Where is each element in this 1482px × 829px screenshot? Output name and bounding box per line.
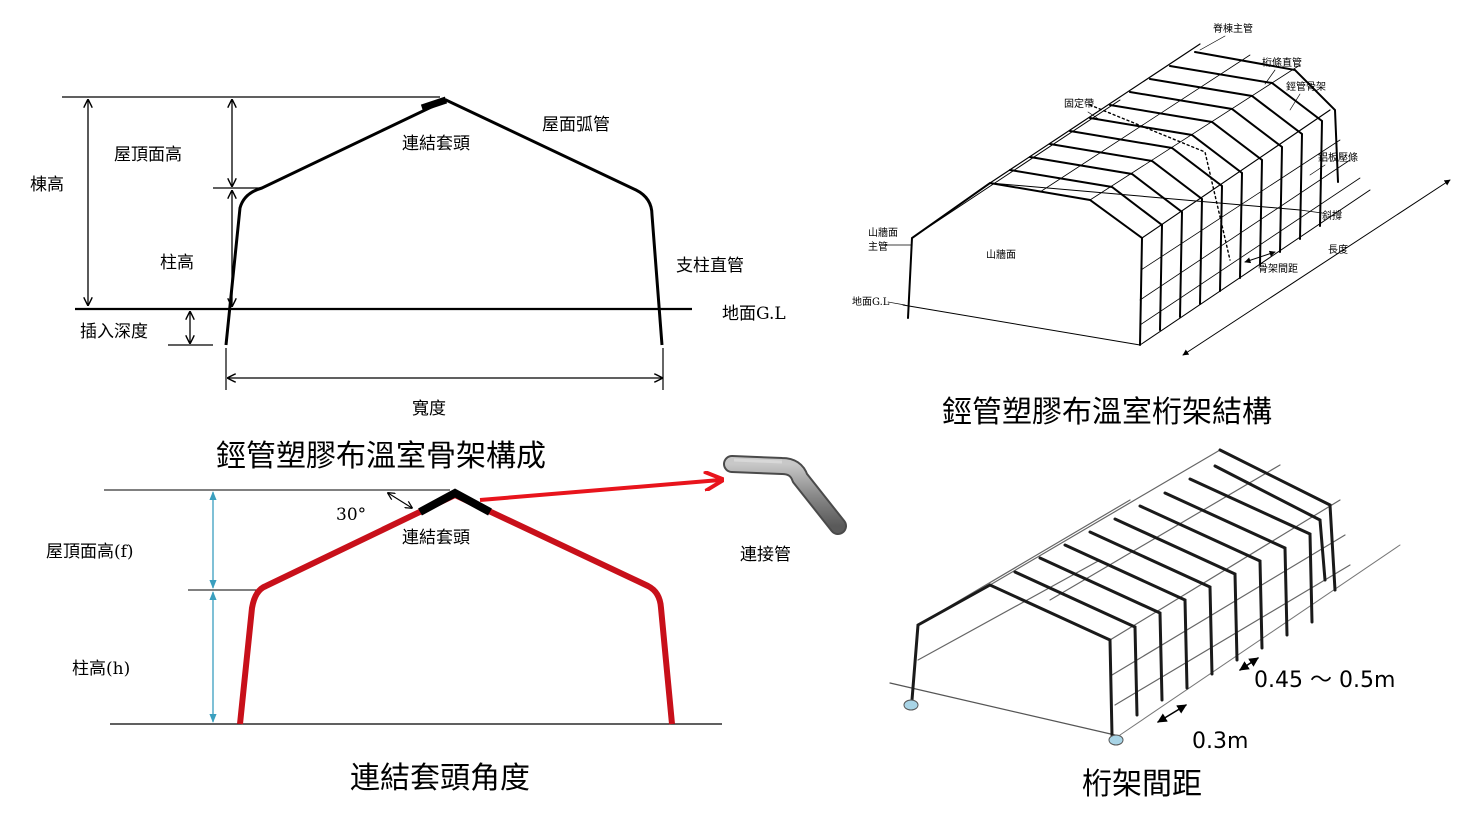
purlin-2 <box>1089 64 1301 201</box>
truss-spacing-caption: 桁架間距 <box>1082 767 1202 802</box>
roof-pipe-label: 屋面弧管 <box>542 115 610 135</box>
truss-spacing-panel: 0.45 ～ 0.5m 0.3m 桁架間距 <box>889 448 1401 802</box>
footing-left <box>903 699 919 711</box>
arch-frames <box>1009 51 1339 331</box>
truss-structure-panel: 脊棟主管 桁條直管 鋞管骨架 固定帶 鋁板壓條 斜撐 骨架間距 長度 山牆面 主… <box>852 22 1451 430</box>
joint-label: 連結套頭 <box>402 134 470 154</box>
connector-pipe-label: 連接管 <box>740 545 791 565</box>
eave-line-left <box>911 99 1121 239</box>
length-dim <box>1182 179 1451 356</box>
column-pipe-label: 支柱直管 <box>676 256 744 276</box>
truss-structure-caption: 鋞管塑膠布溫室桁架結構 <box>942 395 1272 430</box>
truss-ground-front <box>902 304 1141 346</box>
diagram-canvas: 棟高 屋頂面高 柱高 插入深度 連結套頭 屋面弧管 支柱直管 地面G.L 寬度 … <box>30 22 1451 802</box>
angle-value-label: 30° <box>336 505 366 525</box>
column-height-label: 柱高 <box>160 253 194 273</box>
angle-joint-sleeve <box>418 488 492 516</box>
ground-label: 地面G.L <box>722 304 786 324</box>
angle-roof-height-label: 屋頂面高(f) <box>46 542 134 562</box>
gable-main-label-1: 山牆面 <box>868 226 898 239</box>
connector-arrow <box>479 480 720 502</box>
roof-height-label: 屋頂面高 <box>114 145 182 165</box>
angle-column-height-label: 柱高(h) <box>72 659 130 679</box>
pressing-strip-label: 鋁板壓條 <box>1318 151 1358 164</box>
frame-composition-panel: 棟高 屋頂面高 柱高 插入深度 連結套頭 屋面弧管 支柱直管 地面G.L 寬度 … <box>30 96 786 474</box>
angle-joint-label: 連結套頭 <box>402 528 470 548</box>
brace-label: 斜撐 <box>1322 209 1342 222</box>
joint-angle-panel: 屋頂面高(f) 柱高(h) 30° 連結套頭 連接管 連結套頭角度 <box>46 455 847 796</box>
gable-main-label-2: 主管 <box>868 240 888 253</box>
purlin-5 <box>1139 177 1361 326</box>
purlin-pipe-label: 桁條直管 <box>1262 56 1302 69</box>
angle-indicator <box>388 493 412 508</box>
purlin-4 <box>1139 159 1351 301</box>
spacing-arrow-lower <box>1157 704 1187 723</box>
footing-right <box>1108 734 1124 746</box>
length-label: 長度 <box>1328 243 1348 256</box>
ridge-main-pipe-label: 脊棟主管 <box>1213 22 1253 35</box>
spacing-ground-front <box>889 682 1116 736</box>
ridge-line <box>989 43 1201 184</box>
steel-frame-label: 鋞管骨架 <box>1286 80 1326 93</box>
frame-spacing-label: 骨架間距 <box>1258 263 1298 275</box>
fixing-band <box>1089 104 1231 261</box>
joint-sleeve <box>420 96 448 112</box>
front-gable-frame <box>907 181 1144 346</box>
ridge-height-label: 棟高 <box>30 175 64 195</box>
joint-angle-caption: 連結套頭角度 <box>350 761 530 796</box>
spacing-lower-label: 0.3m <box>1192 729 1248 754</box>
gable-face-label: 山牆面 <box>986 248 1016 261</box>
fixing-band-label: 固定帶 <box>1064 97 1094 110</box>
frame-composition-caption: 鋞管塑膠布溫室骨架構成 <box>216 439 546 474</box>
truss-ground-label: 地面G.L <box>852 295 890 308</box>
width-label: 寬度 <box>412 399 446 419</box>
purlin-1 <box>1039 54 1251 193</box>
spacing-upper-label: 0.45 ～ 0.5m <box>1254 668 1395 693</box>
insert-depth-label: 插入深度 <box>80 322 148 342</box>
connector-pipe-icon <box>723 455 847 535</box>
